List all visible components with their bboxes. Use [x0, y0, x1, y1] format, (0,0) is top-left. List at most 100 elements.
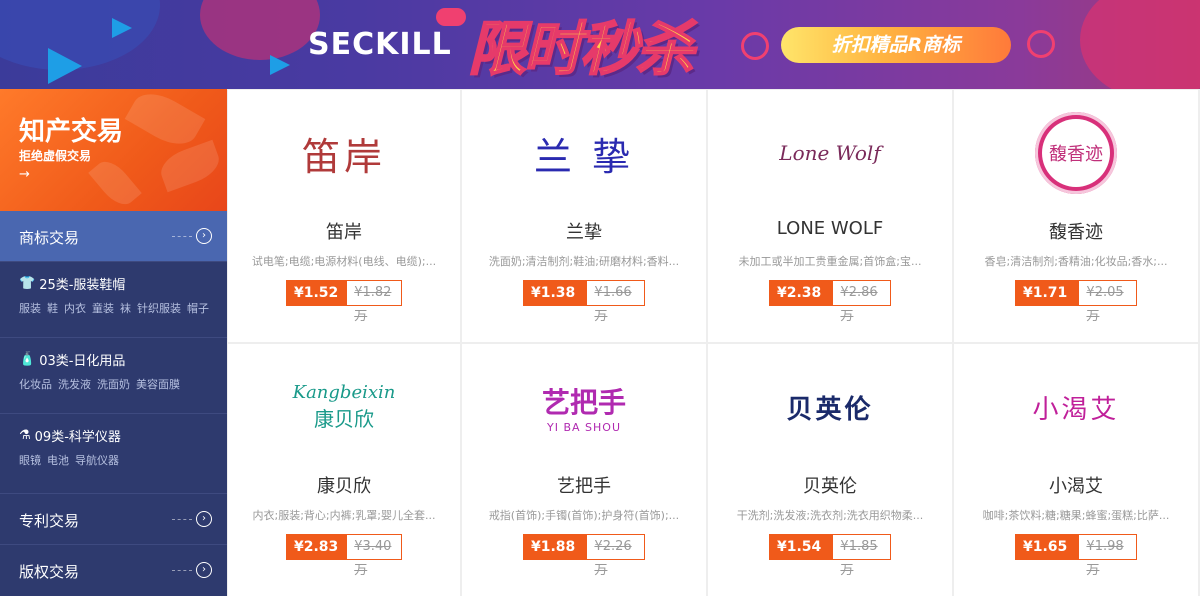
- current-price: ¥2.83万: [287, 535, 348, 579]
- sidebar: 知产交易 拒绝虚假交易 → 商标交易 › 👕 25类-服装鞋帽 服装 鞋 内衣 …: [0, 89, 227, 596]
- category-tag[interactable]: 服装: [19, 300, 41, 316]
- sidebar-hero-subtitle: 拒绝虚假交易: [19, 149, 92, 163]
- ring-icon: [1027, 30, 1055, 58]
- category-tags: 眼镜 电池 导航仪器: [19, 452, 119, 468]
- trademark-card[interactable]: 笛岸 笛岸 试电笔;电缆;电源材料(电线、电缆);... ¥1.52万 ¥1.8…: [228, 90, 460, 342]
- current-price: ¥1.52万: [287, 281, 348, 325]
- category-tag[interactable]: 童装: [92, 300, 114, 316]
- chevron-right-icon[interactable]: ›: [196, 562, 212, 578]
- trademark-card[interactable]: 贝英伦 贝英伦 干洗剂;洗发液;洗衣剂;洗衣用织物柔... ¥1.54万 ¥1.…: [708, 344, 952, 596]
- trademark-grid: 笛岸 笛岸 试电笔;电缆;电源材料(电线、电缆);... ¥1.52万 ¥1.8…: [227, 89, 1200, 596]
- logo-text: 小渴艾: [1032, 394, 1120, 425]
- category-tag[interactable]: 化妆品: [19, 376, 52, 392]
- price-tag: ¥1.88万 ¥2.26万: [523, 534, 645, 579]
- bottle-icon: 🧴: [19, 352, 36, 367]
- trademark-logo: Lone Wolf: [708, 112, 952, 194]
- sidebar-hero-title: 知产交易: [19, 117, 124, 147]
- category-tag[interactable]: 电池: [47, 452, 69, 468]
- category-title[interactable]: 🧴 03类-日化用品: [19, 350, 125, 369]
- original-price: ¥2.26万: [587, 535, 644, 578]
- sidebar-item-patent[interactable]: 专利交易 ›: [0, 493, 227, 544]
- price-tag: ¥1.52万 ¥1.82万: [286, 280, 402, 325]
- chevron-right-icon[interactable]: ›: [196, 228, 212, 244]
- trademark-card[interactable]: 艺把手 YI BA SHOU 艺把手 戒指(首饰);手镯(首饰);护身符(首饰)…: [462, 344, 706, 596]
- trademark-name[interactable]: 小渴艾: [954, 472, 1198, 498]
- category-tag[interactable]: 袜: [120, 300, 131, 316]
- trademark-name[interactable]: LONE WOLF: [708, 218, 952, 239]
- category-title[interactable]: 👕 25类-服装鞋帽: [19, 274, 125, 293]
- trademark-card[interactable]: 馥香迹 馥香迹 香皂;清洁制剂;香精油;化妆品;香水;... ¥1.71万 ¥2…: [954, 90, 1198, 342]
- leaf-decor: [88, 154, 142, 211]
- current-price: ¥1.38万: [524, 281, 588, 325]
- sidebar-category[interactable]: 👕 25类-服装鞋帽 服装 鞋 内衣 童装 袜 针织服装 帽子: [0, 261, 227, 337]
- shirt-icon: 👕: [19, 276, 36, 291]
- original-price: ¥1.85万: [833, 535, 890, 578]
- category-title-text: 03类-日化用品: [39, 354, 126, 369]
- trademark-name[interactable]: 笛岸: [228, 218, 460, 244]
- current-price: ¥2.38万: [770, 281, 834, 325]
- sidebar-hero[interactable]: 知产交易 拒绝虚假交易 →: [0, 89, 227, 211]
- trademark-card[interactable]: 小渴艾 小渴艾 咖啡;茶饮料;糖;糖果;蜂蜜;蛋糕;比萨... ¥1.65万 ¥…: [954, 344, 1198, 596]
- dashed-divider: [172, 519, 192, 520]
- chevron-right-icon[interactable]: ›: [196, 511, 212, 527]
- trademark-logo: 贝英伦: [708, 366, 952, 448]
- promo-pill[interactable]: 折扣精品R商标: [781, 27, 1011, 63]
- trademark-logo: 小渴艾: [954, 366, 1198, 448]
- sidebar-category[interactable]: 🧴 03类-日化用品 化妆品 洗发液 洗面奶 美容面膜: [0, 337, 227, 413]
- arrow-right-icon[interactable]: →: [19, 167, 30, 182]
- original-price: ¥1.66万: [587, 281, 644, 324]
- trademark-name[interactable]: 艺把手: [462, 472, 706, 498]
- logo-text: Kangbeixin: [292, 382, 396, 403]
- category-tags: 服装 鞋 内衣 童装 袜 针织服装 帽子: [19, 300, 209, 316]
- current-price: ¥1.71万: [1016, 281, 1080, 325]
- category-tag[interactable]: 眼镜: [19, 452, 41, 468]
- flask-icon: ⚗: [19, 428, 31, 443]
- original-price: ¥2.86万: [833, 281, 890, 324]
- seckill-banner[interactable]: SECKILL 限时秒杀 折扣精品R商标: [0, 0, 1200, 89]
- category-tag[interactable]: 美容面膜: [136, 376, 180, 392]
- logo-text: Lone Wolf: [779, 141, 881, 165]
- logo-text-secondary: YI BA SHOU: [547, 420, 621, 434]
- triangle-icon: [112, 18, 132, 38]
- trademark-card[interactable]: Lone Wolf LONE WOLF 未加工或半加工贵重金属;首饰盒;宝...…: [708, 90, 952, 342]
- ring-icon: [741, 32, 769, 60]
- original-price: ¥1.98万: [1079, 535, 1136, 578]
- banner-decor: [1080, 0, 1200, 89]
- trademark-name[interactable]: 贝英伦: [708, 472, 952, 498]
- banner-decor-pill: [436, 8, 466, 26]
- sidebar-category[interactable]: ⚗ 09类-科学仪器 眼镜 电池 导航仪器: [0, 413, 227, 489]
- dashed-divider: [172, 236, 192, 237]
- trademark-card[interactable]: Kangbeixin 康贝欣 康贝欣 内衣;服装;背心;内裤;乳罩;婴儿全套..…: [228, 344, 460, 596]
- category-title[interactable]: ⚗ 09类-科学仪器: [19, 426, 121, 445]
- original-price: ¥2.05万: [1079, 281, 1136, 324]
- category-tag[interactable]: 导航仪器: [75, 452, 119, 468]
- trademark-description: 戒指(首饰);手镯(首饰);护身符(首饰);...: [488, 509, 680, 522]
- leaf-decor: [124, 89, 206, 154]
- price-tag: ¥1.54万 ¥1.85万: [769, 534, 891, 579]
- category-tag[interactable]: 鞋: [47, 300, 58, 316]
- seckill-label: SECKILL: [308, 27, 452, 62]
- category-tag[interactable]: 帽子: [187, 300, 209, 316]
- category-tag[interactable]: 洗面奶: [97, 376, 130, 392]
- trademark-logo: 笛岸: [228, 112, 460, 194]
- category-title-text: 25类-服装鞋帽: [39, 278, 126, 293]
- category-tag[interactable]: 洗发液: [58, 376, 91, 392]
- trademark-name[interactable]: 兰挚: [462, 218, 706, 244]
- price-tag: ¥1.71万 ¥2.05万: [1015, 280, 1137, 325]
- trademark-logo: 兰 挚: [462, 112, 706, 194]
- sidebar-item-copyright[interactable]: 版权交易 ›: [0, 544, 227, 595]
- trademark-name[interactable]: 康贝欣: [228, 472, 460, 498]
- trademark-card[interactable]: 兰 挚 兰挚 洗面奶;清洁制剂;鞋油;研磨材料;香料... ¥1.38万 ¥1.…: [462, 90, 706, 342]
- sidebar-item-trademark[interactable]: 商标交易 ›: [0, 211, 227, 261]
- logo-text-secondary: 康贝欣: [314, 407, 374, 431]
- price-tag: ¥1.65万 ¥1.98万: [1015, 534, 1137, 579]
- leaf-decor: [155, 139, 225, 193]
- category-tag[interactable]: 内衣: [64, 300, 86, 316]
- original-price: ¥3.40万: [347, 535, 401, 578]
- trademark-description: 内衣;服装;背心;内裤;乳罩;婴儿全套...: [252, 509, 436, 522]
- current-price: ¥1.88万: [524, 535, 588, 579]
- category-tag[interactable]: 针织服装: [137, 300, 181, 316]
- sidebar-item-label: 版权交易: [19, 563, 80, 581]
- trademark-description: 干洗剂;洗发液;洗衣剂;洗衣用织物柔...: [736, 509, 924, 522]
- trademark-name[interactable]: 馥香迹: [954, 218, 1198, 244]
